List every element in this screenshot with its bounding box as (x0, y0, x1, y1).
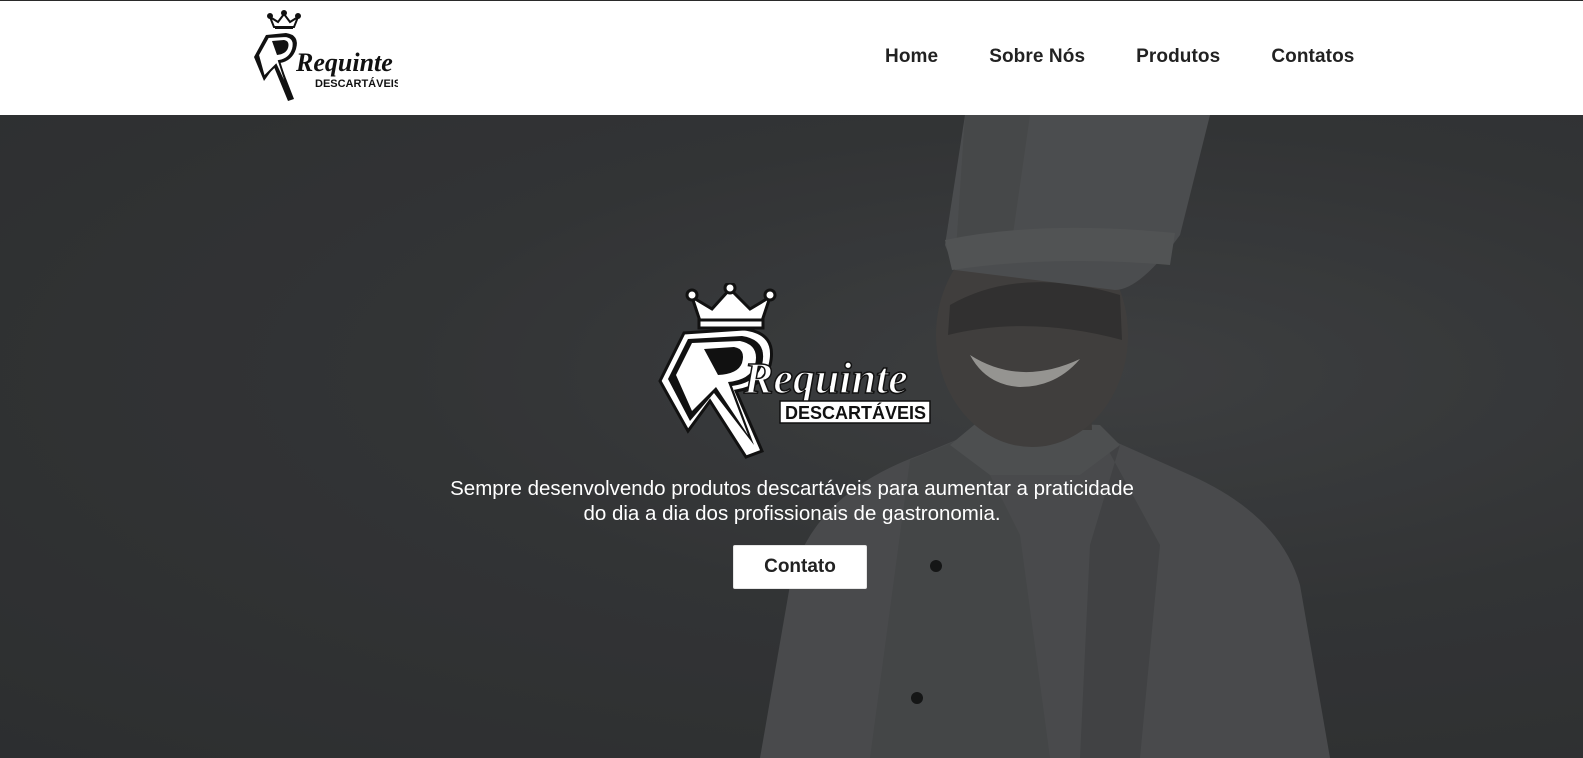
nav-home[interactable]: Home (885, 46, 938, 68)
svg-text:DESCARTÁVEIS: DESCARTÁVEIS (785, 402, 926, 423)
nav-produtos[interactable]: Produtos (1136, 46, 1220, 68)
contato-button[interactable]: Contato (733, 545, 867, 589)
main-nav: Home Sobre Nós Produtos Contatos (885, 46, 1354, 68)
nav-sobre-nos[interactable]: Sobre Nós (989, 46, 1085, 68)
page: Requinte DESCARTÁVEIS Home Sobre Nós Pro… (0, 0, 1583, 758)
hero-logo: Requinte DESCARTÁVEIS (652, 281, 932, 459)
requinte-logo-icon: Requinte DESCARTÁVEIS (254, 10, 401, 101)
requinte-logo-large-icon: Requinte DESCARTÁVEIS (658, 281, 931, 459)
hero-tagline: Sempre desenvolvendo produtos descartáve… (392, 476, 1192, 526)
crown-icon (685, 281, 777, 330)
svg-text:DESCARTÁVEIS: DESCARTÁVEIS (315, 77, 398, 90)
site-header: Requinte DESCARTÁVEIS Home Sobre Nós Pro… (0, 0, 1583, 115)
svg-text:Requinte: Requinte (743, 354, 908, 403)
crown-icon (267, 10, 301, 29)
hero-section: Requinte DESCARTÁVEIS Sempre desenvolven… (0, 115, 1583, 758)
brand-logo[interactable]: Requinte DESCARTÁVEIS (246, 9, 401, 105)
hero-tagline-line-1: Sempre desenvolvendo produtos descartáve… (450, 477, 1134, 500)
nav-contatos[interactable]: Contatos (1271, 46, 1354, 68)
svg-text:Requinte: Requinte (295, 48, 393, 77)
hero-tagline-line-2: do dia a dia dos profissionais de gastro… (583, 502, 1001, 525)
